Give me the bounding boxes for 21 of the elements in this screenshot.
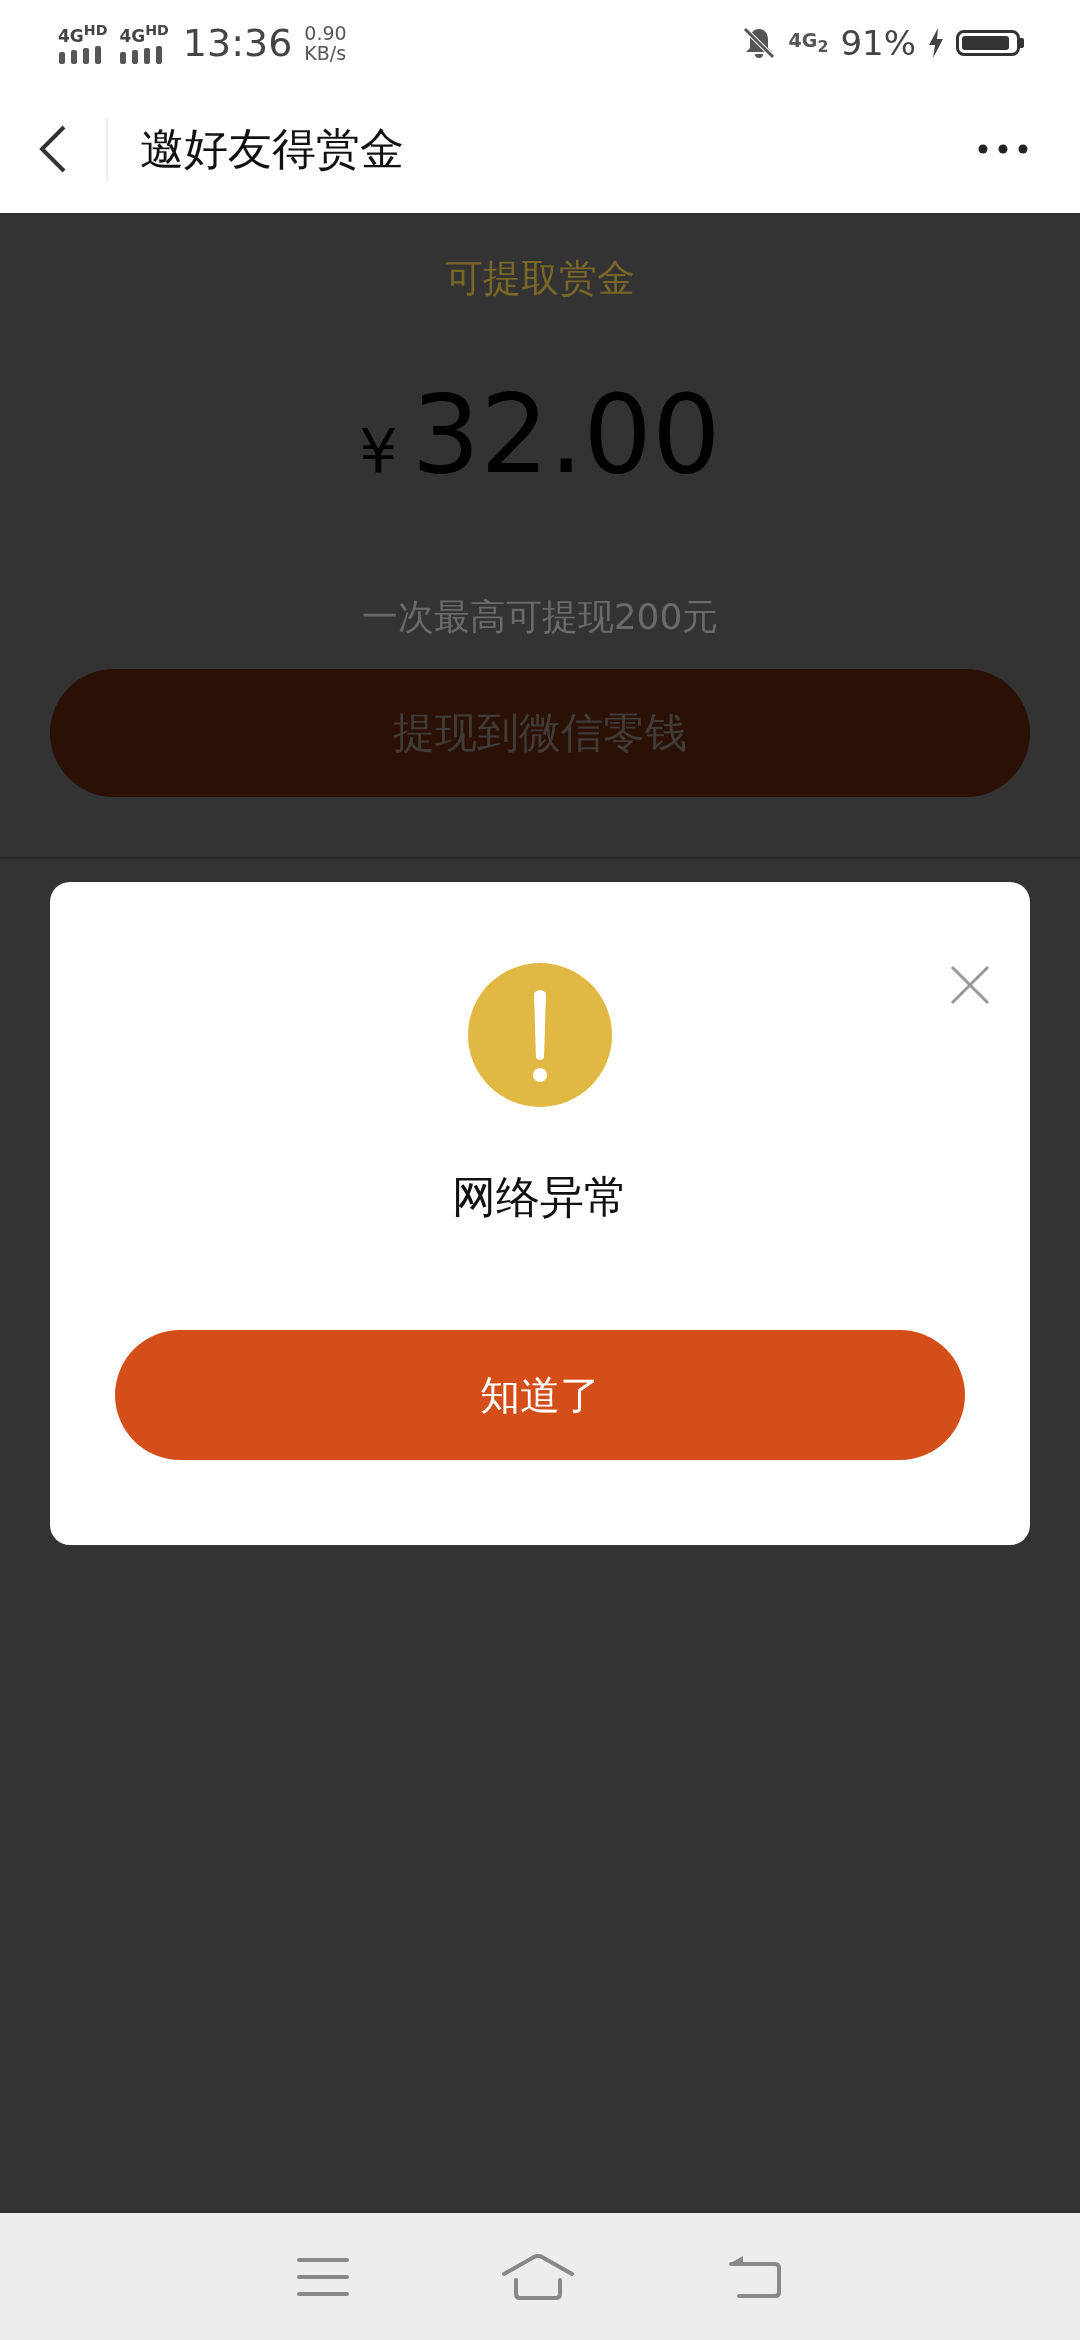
speed-unit: KB/s <box>304 42 347 63</box>
network-label: 4G$^{HD}$ <box>58 20 108 45</box>
battery-percent: 91% <box>840 22 916 63</box>
close-icon[interactable] <box>950 965 990 1005</box>
back-icon[interactable] <box>38 124 68 174</box>
signal-icon <box>58 46 104 65</box>
page-title: 邀好友得赏金 <box>140 121 404 176</box>
dialog-message: 网络异常 <box>452 1170 628 1224</box>
menu-icon[interactable] <box>296 2256 349 2297</box>
back-nav-icon[interactable] <box>727 2253 784 2300</box>
clock: 13:36 <box>182 20 293 65</box>
warning-icon <box>468 963 612 1107</box>
currency-symbol: ¥ <box>359 416 398 486</box>
balance-label: 可提取赏金 <box>445 255 635 301</box>
network-label: 4G$_{2}$ <box>788 29 829 56</box>
network-label: 4G$^{HD}$ <box>119 20 169 45</box>
speed-value: 0.90 <box>304 22 347 43</box>
battery-icon <box>956 29 1024 56</box>
more-icon[interactable] <box>978 144 1028 154</box>
confirm-button[interactable]: 知道了 <box>115 1330 965 1460</box>
home-icon[interactable] <box>502 2253 574 2300</box>
